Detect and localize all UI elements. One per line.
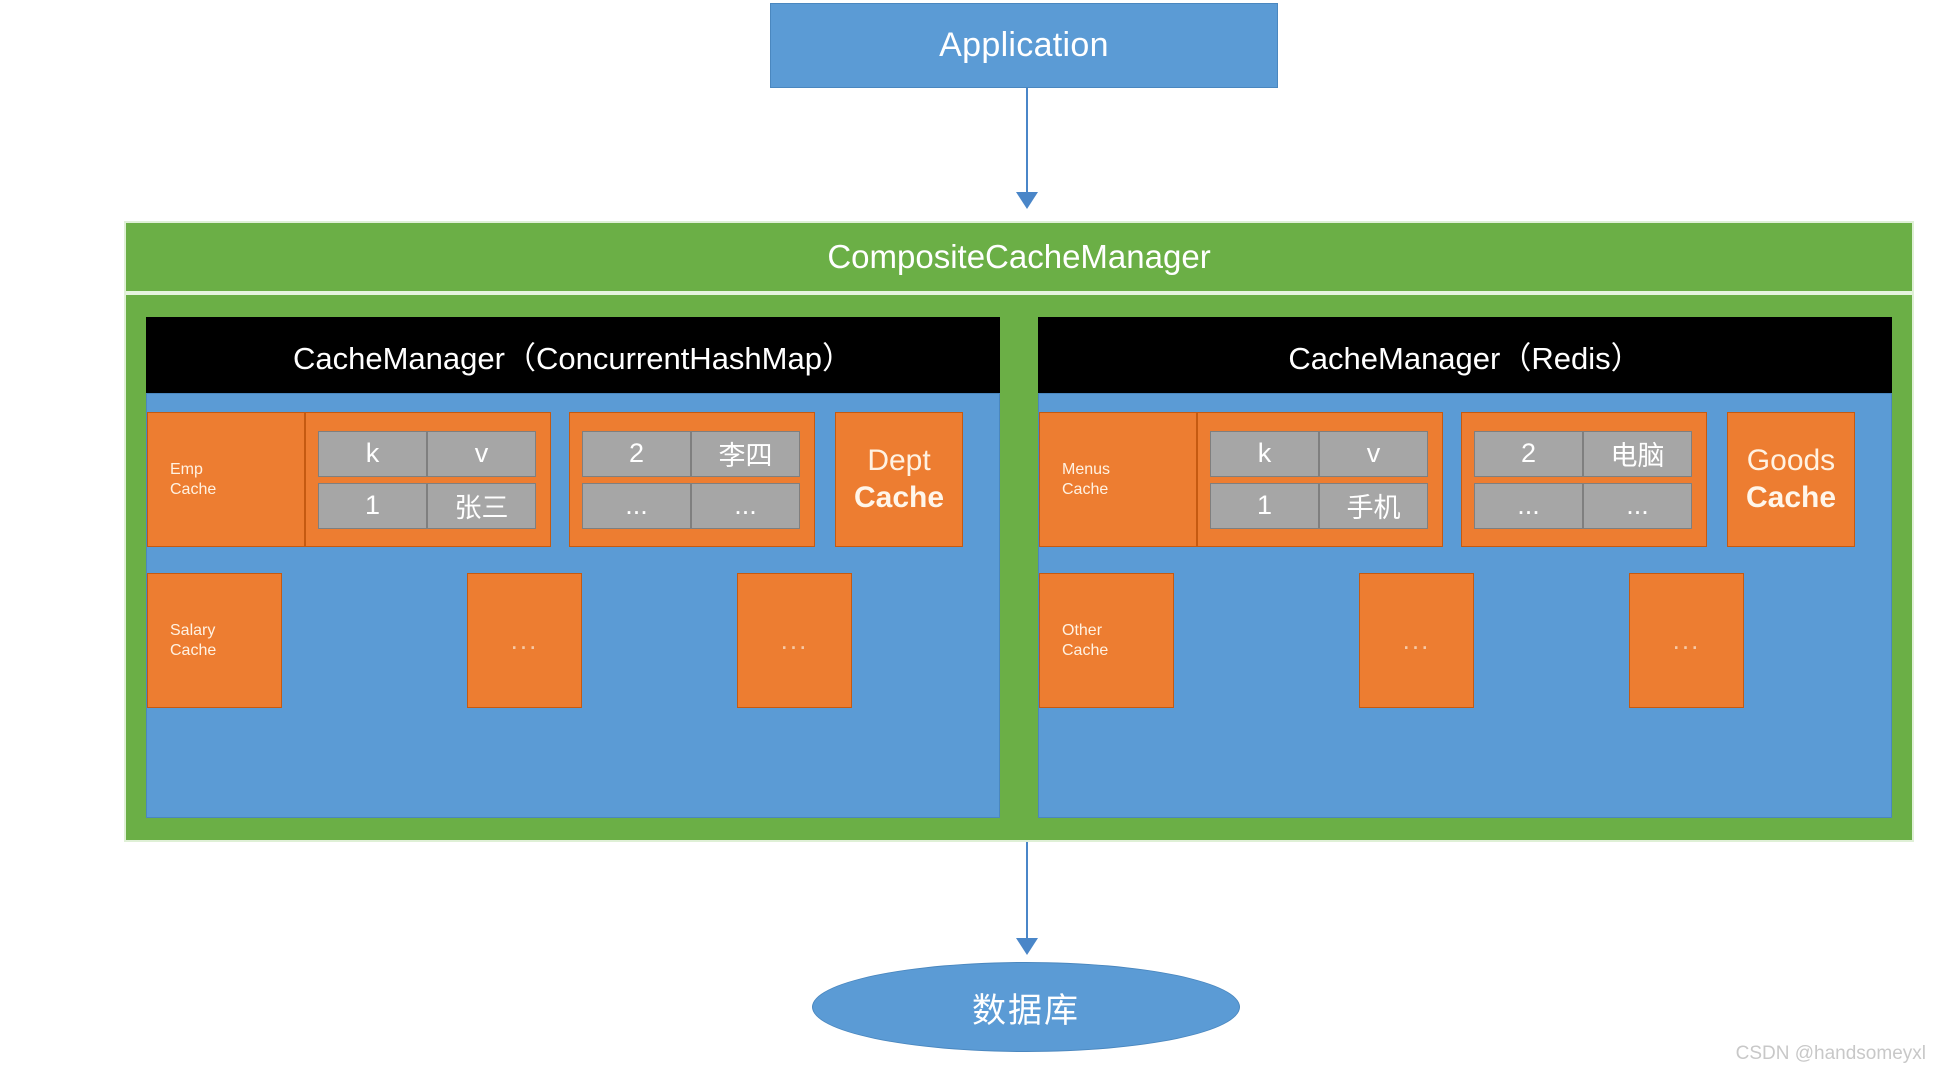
composite-cache-manager-label: CompositeCacheManager <box>827 238 1211 275</box>
cache-row-other: Other Cache ... ... <box>1039 573 1891 708</box>
salary-cache-box: Salary Cache <box>147 573 282 708</box>
goods-cache-name: Goods <box>1746 443 1836 477</box>
table-row: ... ... <box>1474 482 1692 529</box>
kv-cell-k: k <box>318 430 427 477</box>
database-label: 数据库 <box>972 991 1080 1030</box>
salary-row-tail-box: ... <box>737 573 852 708</box>
menus-cache-sub: Cache <box>1062 480 1109 498</box>
kv-cell-value2: 电脑 <box>1583 430 1692 477</box>
table-row: k v <box>318 430 536 477</box>
cache-row-emp: Emp Cache k v 1 张三 2 李四 ... ... Dept Cac… <box>147 412 999 547</box>
cache-manager-panel-concurrenthashmap: CacheManager（ConcurrentHashMap） Emp Cach… <box>146 317 1000 818</box>
cache-row-salary: Salary Cache ... ... <box>147 573 999 708</box>
other-row-tail-box: ... <box>1629 573 1744 708</box>
kv-cell-key: 1 <box>318 482 427 529</box>
table-row: ... ... <box>582 482 800 529</box>
other-cache-sub: Cache <box>1062 641 1109 659</box>
database-ellipse: 数据库 <box>812 962 1240 1052</box>
arrow-ccm-to-db-head <box>1016 938 1038 955</box>
kv-cell-value-more: ... <box>1583 482 1692 529</box>
kv-cell-key2: 2 <box>1474 430 1583 477</box>
kv-cell-key2: 2 <box>582 430 691 477</box>
kv-cell-v: v <box>427 430 536 477</box>
arrow-ccm-to-db-line <box>1026 842 1028 942</box>
kv-cell-value2: 李四 <box>691 430 800 477</box>
arrow-app-to-ccm-line <box>1026 88 1028 194</box>
emp-cache-sub: Cache <box>170 480 217 498</box>
table-row: 1 手机 <box>1210 482 1428 529</box>
other-cache-box: Other Cache <box>1039 573 1174 708</box>
composite-cache-manager-title: CompositeCacheManager <box>126 223 1912 295</box>
emp-kv-table2-wrap: 2 李四 ... ... <box>569 412 815 547</box>
other-cache-name: Other <box>1062 621 1103 639</box>
application-box: Application <box>770 3 1278 88</box>
emp-kv-table2: 2 李四 ... ... <box>582 425 800 535</box>
csdn-watermark: CSDN @handsomeyxl <box>1735 1043 1926 1064</box>
table-row: 2 电脑 <box>1474 430 1692 477</box>
menus-kv-table-wrap: k v 1 手机 <box>1197 412 1443 547</box>
cache-row-menus: Menus Cache k v 1 手机 2 电脑 ... ... Goods … <box>1039 412 1891 547</box>
table-row: 2 李四 <box>582 430 800 477</box>
emp-kv-table: k v 1 张三 <box>318 425 536 535</box>
application-label: Application <box>939 26 1109 64</box>
cache-manager-inner-concurrenthashmap: Emp Cache k v 1 张三 2 李四 ... ... Dept Cac… <box>146 393 1000 818</box>
arrow-app-to-ccm-head <box>1016 192 1038 209</box>
cache-manager-header-concurrenthashmap: CacheManager（ConcurrentHashMap） <box>146 317 1000 393</box>
goods-cache-box: Goods Cache <box>1727 412 1855 547</box>
kv-cell-k: k <box>1210 430 1319 477</box>
table-row: 1 张三 <box>318 482 536 529</box>
menus-cache-name: Menus <box>1062 460 1111 478</box>
menus-cache-box: Menus Cache <box>1039 412 1197 547</box>
table-row: k v <box>1210 430 1428 477</box>
emp-cache-box: Emp Cache <box>147 412 305 547</box>
kv-cell-value: 手机 <box>1319 482 1428 529</box>
salary-row-middle-box: ... <box>467 573 582 708</box>
kv-cell-v: v <box>1319 430 1428 477</box>
dept-cache-name: Dept <box>867 443 931 477</box>
cache-manager-header-label: CacheManager（Redis） <box>1288 340 1642 376</box>
cache-manager-inner-redis: Menus Cache k v 1 手机 2 电脑 ... ... Goods … <box>1038 393 1892 818</box>
kv-cell-key-more: ... <box>1474 482 1583 529</box>
kv-cell-key-more: ... <box>582 482 691 529</box>
emp-kv-table-wrap: k v 1 张三 <box>305 412 551 547</box>
salary-cache-sub: Cache <box>170 641 217 659</box>
kv-cell-value-more: ... <box>691 482 800 529</box>
emp-cache-name: Emp <box>170 460 203 478</box>
salary-cache-name: Salary <box>170 621 216 639</box>
other-row-middle-box: ... <box>1359 573 1474 708</box>
dept-cache-sub: Cache <box>853 480 945 514</box>
menus-kv-table2-wrap: 2 电脑 ... ... <box>1461 412 1707 547</box>
goods-cache-sub: Cache <box>1745 480 1837 514</box>
dept-cache-box: Dept Cache <box>835 412 963 547</box>
cache-manager-header-redis: CacheManager（Redis） <box>1038 317 1892 393</box>
cache-manager-panel-redis: CacheManager（Redis） Menus Cache k v 1 手机… <box>1038 317 1892 818</box>
menus-kv-table2: 2 电脑 ... ... <box>1474 425 1692 535</box>
menus-kv-table: k v 1 手机 <box>1210 425 1428 535</box>
composite-cache-manager-body: CacheManager（ConcurrentHashMap） Emp Cach… <box>126 299 1912 840</box>
cache-manager-header-label: CacheManager（ConcurrentHashMap） <box>293 340 853 376</box>
composite-cache-manager: CompositeCacheManager CacheManager（Concu… <box>124 221 1914 842</box>
kv-cell-key: 1 <box>1210 482 1319 529</box>
kv-cell-value: 张三 <box>427 482 536 529</box>
